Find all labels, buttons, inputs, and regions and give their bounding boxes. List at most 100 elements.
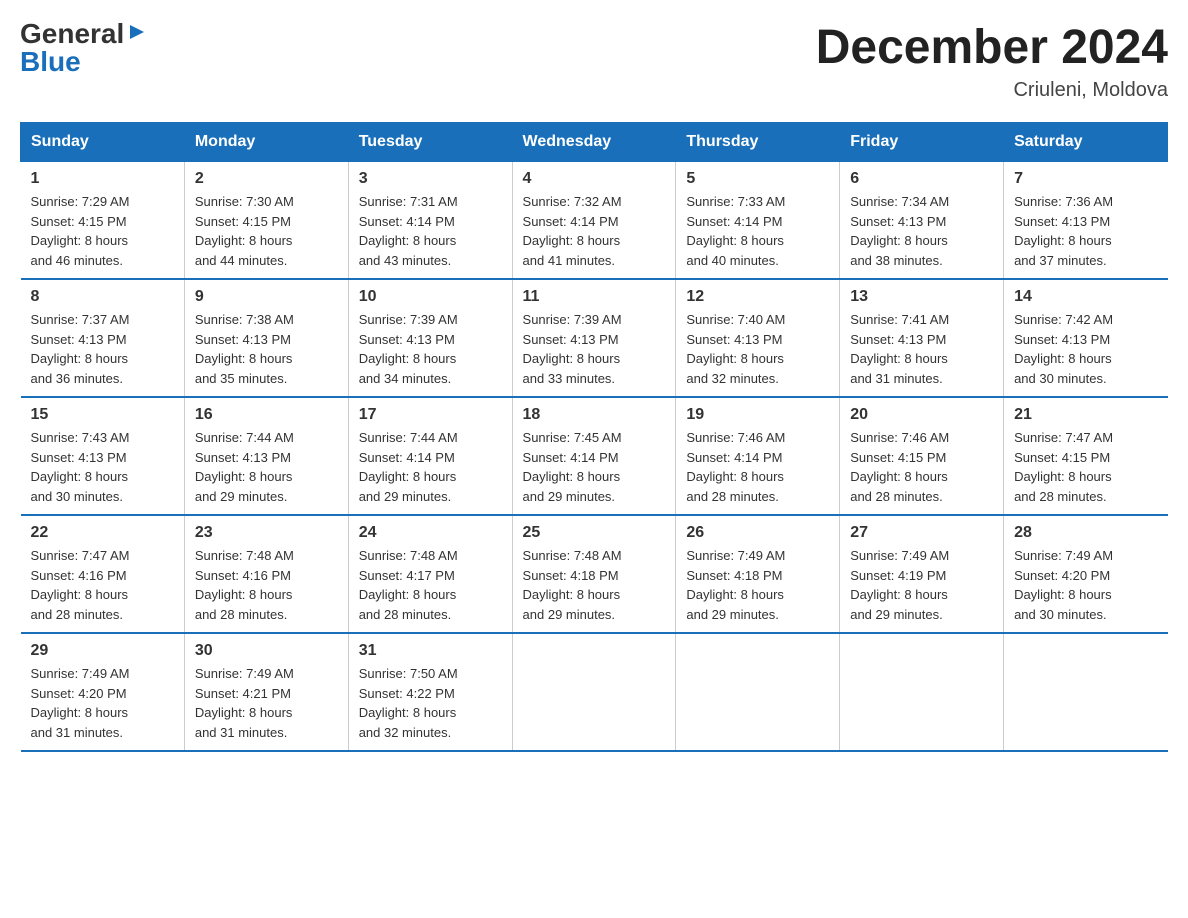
day-number: 30 <box>195 642 338 660</box>
calendar-cell: 27 Sunrise: 7:49 AM Sunset: 4:19 PM Dayl… <box>840 515 1004 633</box>
day-info: Sunrise: 7:42 AM Sunset: 4:13 PM Dayligh… <box>1014 310 1157 388</box>
day-number: 18 <box>523 406 666 424</box>
day-info: Sunrise: 7:49 AM Sunset: 4:18 PM Dayligh… <box>686 546 829 624</box>
calendar-week-1: 1 Sunrise: 7:29 AM Sunset: 4:15 PM Dayli… <box>21 162 1168 280</box>
header-thursday: Thursday <box>676 123 840 162</box>
header-monday: Monday <box>184 123 348 162</box>
header-sunday: Sunday <box>21 123 185 162</box>
calendar-cell: 13 Sunrise: 7:41 AM Sunset: 4:13 PM Dayl… <box>840 279 1004 397</box>
calendar-cell: 17 Sunrise: 7:44 AM Sunset: 4:14 PM Dayl… <box>348 397 512 515</box>
calendar-cell: 9 Sunrise: 7:38 AM Sunset: 4:13 PM Dayli… <box>184 279 348 397</box>
calendar-week-3: 15 Sunrise: 7:43 AM Sunset: 4:13 PM Dayl… <box>21 397 1168 515</box>
day-info: Sunrise: 7:47 AM Sunset: 4:16 PM Dayligh… <box>31 546 174 624</box>
calendar-cell: 21 Sunrise: 7:47 AM Sunset: 4:15 PM Dayl… <box>1004 397 1168 515</box>
calendar-cell: 26 Sunrise: 7:49 AM Sunset: 4:18 PM Dayl… <box>676 515 840 633</box>
day-number: 4 <box>523 170 666 188</box>
day-number: 15 <box>31 406 174 424</box>
day-number: 11 <box>523 288 666 306</box>
calendar-cell <box>676 633 840 751</box>
calendar-week-4: 22 Sunrise: 7:47 AM Sunset: 4:16 PM Dayl… <box>21 515 1168 633</box>
day-number: 24 <box>359 524 502 542</box>
day-number: 31 <box>359 642 502 660</box>
calendar-cell: 6 Sunrise: 7:34 AM Sunset: 4:13 PM Dayli… <box>840 162 1004 280</box>
day-number: 29 <box>31 642 174 660</box>
calendar-cell: 22 Sunrise: 7:47 AM Sunset: 4:16 PM Dayl… <box>21 515 185 633</box>
day-number: 8 <box>31 288 174 306</box>
location: Criuleni, Moldova <box>816 79 1168 102</box>
day-info: Sunrise: 7:43 AM Sunset: 4:13 PM Dayligh… <box>31 428 174 506</box>
calendar-cell: 3 Sunrise: 7:31 AM Sunset: 4:14 PM Dayli… <box>348 162 512 280</box>
calendar-cell: 30 Sunrise: 7:49 AM Sunset: 4:21 PM Dayl… <box>184 633 348 751</box>
day-info: Sunrise: 7:47 AM Sunset: 4:15 PM Dayligh… <box>1014 428 1157 506</box>
day-number: 17 <box>359 406 502 424</box>
page-header: General Blue December 2024 Criuleni, Mol… <box>20 20 1168 102</box>
calendar-cell <box>840 633 1004 751</box>
day-number: 3 <box>359 170 502 188</box>
day-number: 1 <box>31 170 174 188</box>
day-info: Sunrise: 7:30 AM Sunset: 4:15 PM Dayligh… <box>195 192 338 270</box>
day-info: Sunrise: 7:49 AM Sunset: 4:20 PM Dayligh… <box>1014 546 1157 624</box>
calendar-cell: 2 Sunrise: 7:30 AM Sunset: 4:15 PM Dayli… <box>184 162 348 280</box>
calendar-cell: 12 Sunrise: 7:40 AM Sunset: 4:13 PM Dayl… <box>676 279 840 397</box>
day-info: Sunrise: 7:48 AM Sunset: 4:17 PM Dayligh… <box>359 546 502 624</box>
calendar-cell: 7 Sunrise: 7:36 AM Sunset: 4:13 PM Dayli… <box>1004 162 1168 280</box>
day-info: Sunrise: 7:33 AM Sunset: 4:14 PM Dayligh… <box>686 192 829 270</box>
calendar-cell: 25 Sunrise: 7:48 AM Sunset: 4:18 PM Dayl… <box>512 515 676 633</box>
day-info: Sunrise: 7:40 AM Sunset: 4:13 PM Dayligh… <box>686 310 829 388</box>
day-info: Sunrise: 7:41 AM Sunset: 4:13 PM Dayligh… <box>850 310 993 388</box>
calendar-cell: 19 Sunrise: 7:46 AM Sunset: 4:14 PM Dayl… <box>676 397 840 515</box>
calendar-cell: 8 Sunrise: 7:37 AM Sunset: 4:13 PM Dayli… <box>21 279 185 397</box>
day-info: Sunrise: 7:34 AM Sunset: 4:13 PM Dayligh… <box>850 192 993 270</box>
day-number: 14 <box>1014 288 1157 306</box>
day-info: Sunrise: 7:39 AM Sunset: 4:13 PM Dayligh… <box>523 310 666 388</box>
calendar-cell <box>1004 633 1168 751</box>
calendar-table: SundayMondayTuesdayWednesdayThursdayFrid… <box>20 122 1168 752</box>
calendar-cell: 20 Sunrise: 7:46 AM Sunset: 4:15 PM Dayl… <box>840 397 1004 515</box>
day-info: Sunrise: 7:29 AM Sunset: 4:15 PM Dayligh… <box>31 192 174 270</box>
calendar-cell: 29 Sunrise: 7:49 AM Sunset: 4:20 PM Dayl… <box>21 633 185 751</box>
day-info: Sunrise: 7:44 AM Sunset: 4:14 PM Dayligh… <box>359 428 502 506</box>
day-number: 7 <box>1014 170 1157 188</box>
calendar-cell: 14 Sunrise: 7:42 AM Sunset: 4:13 PM Dayl… <box>1004 279 1168 397</box>
header-friday: Friday <box>840 123 1004 162</box>
day-info: Sunrise: 7:44 AM Sunset: 4:13 PM Dayligh… <box>195 428 338 506</box>
day-number: 26 <box>686 524 829 542</box>
title-block: December 2024 Criuleni, Moldova <box>816 20 1168 102</box>
day-info: Sunrise: 7:32 AM Sunset: 4:14 PM Dayligh… <box>523 192 666 270</box>
day-number: 23 <box>195 524 338 542</box>
day-number: 2 <box>195 170 338 188</box>
logo-blue-text: Blue <box>20 48 81 76</box>
header-tuesday: Tuesday <box>348 123 512 162</box>
day-number: 27 <box>850 524 993 542</box>
header-saturday: Saturday <box>1004 123 1168 162</box>
header-wednesday: Wednesday <box>512 123 676 162</box>
month-title: December 2024 <box>816 20 1168 75</box>
day-info: Sunrise: 7:48 AM Sunset: 4:18 PM Dayligh… <box>523 546 666 624</box>
calendar-cell: 18 Sunrise: 7:45 AM Sunset: 4:14 PM Dayl… <box>512 397 676 515</box>
calendar-cell: 11 Sunrise: 7:39 AM Sunset: 4:13 PM Dayl… <box>512 279 676 397</box>
day-info: Sunrise: 7:37 AM Sunset: 4:13 PM Dayligh… <box>31 310 174 388</box>
day-info: Sunrise: 7:38 AM Sunset: 4:13 PM Dayligh… <box>195 310 338 388</box>
logo-arrow-icon <box>126 21 148 43</box>
calendar-cell: 28 Sunrise: 7:49 AM Sunset: 4:20 PM Dayl… <box>1004 515 1168 633</box>
calendar-week-5: 29 Sunrise: 7:49 AM Sunset: 4:20 PM Dayl… <box>21 633 1168 751</box>
day-info: Sunrise: 7:50 AM Sunset: 4:22 PM Dayligh… <box>359 664 502 742</box>
calendar-cell: 16 Sunrise: 7:44 AM Sunset: 4:13 PM Dayl… <box>184 397 348 515</box>
day-number: 28 <box>1014 524 1157 542</box>
calendar-week-2: 8 Sunrise: 7:37 AM Sunset: 4:13 PM Dayli… <box>21 279 1168 397</box>
day-info: Sunrise: 7:39 AM Sunset: 4:13 PM Dayligh… <box>359 310 502 388</box>
day-number: 10 <box>359 288 502 306</box>
calendar-cell: 31 Sunrise: 7:50 AM Sunset: 4:22 PM Dayl… <box>348 633 512 751</box>
day-number: 21 <box>1014 406 1157 424</box>
day-number: 6 <box>850 170 993 188</box>
day-number: 22 <box>31 524 174 542</box>
day-number: 19 <box>686 406 829 424</box>
calendar-cell: 15 Sunrise: 7:43 AM Sunset: 4:13 PM Dayl… <box>21 397 185 515</box>
day-info: Sunrise: 7:45 AM Sunset: 4:14 PM Dayligh… <box>523 428 666 506</box>
day-info: Sunrise: 7:46 AM Sunset: 4:14 PM Dayligh… <box>686 428 829 506</box>
day-info: Sunrise: 7:49 AM Sunset: 4:21 PM Dayligh… <box>195 664 338 742</box>
calendar-cell: 23 Sunrise: 7:48 AM Sunset: 4:16 PM Dayl… <box>184 515 348 633</box>
calendar-cell: 5 Sunrise: 7:33 AM Sunset: 4:14 PM Dayli… <box>676 162 840 280</box>
day-info: Sunrise: 7:46 AM Sunset: 4:15 PM Dayligh… <box>850 428 993 506</box>
calendar-cell: 10 Sunrise: 7:39 AM Sunset: 4:13 PM Dayl… <box>348 279 512 397</box>
